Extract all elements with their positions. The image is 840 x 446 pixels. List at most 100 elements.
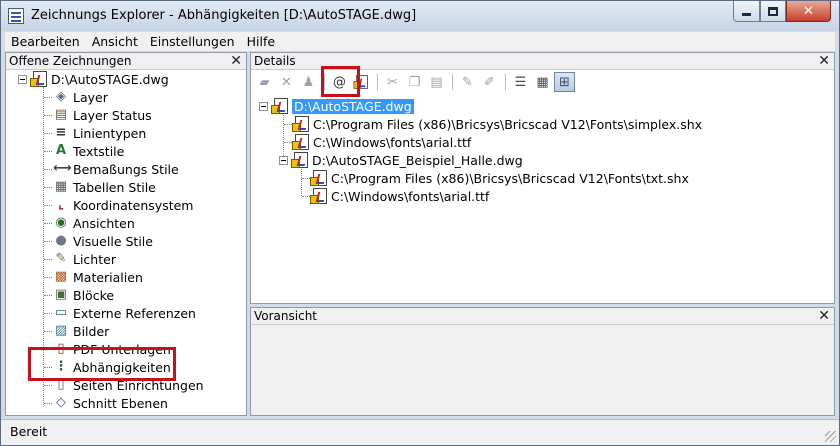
view-icon: ◉ — [55, 215, 67, 230]
sidebar-item-layer[interactable]: ◈ Layer — [53, 88, 108, 106]
dwg-file-icon — [271, 98, 288, 114]
sidebar-item-textstyle[interactable]: A Textstile — [53, 142, 124, 160]
sidebar-item-label: Materialien — [73, 269, 143, 285]
sidebar-item-label: Schnitt Ebenen — [73, 395, 168, 411]
dep-item-label: C:\Program Files (x86)\Bricsys\Bricscad … — [313, 116, 703, 132]
dep-subitem-txt[interactable]: C:\Program Files (x86)\Bricsys\Bricscad … — [310, 169, 689, 187]
tree-root-row[interactable]: D:\AutoSTAGE.dwg — [18, 70, 169, 88]
menu-hilfe[interactable]: Hilfe — [241, 34, 281, 49]
title-bar[interactable]: Zeichnungs Explorer - Abhängigkeiten [D:… — [1, 1, 839, 31]
dependency-file-icon — [292, 134, 309, 150]
sidebar-item-linetype[interactable]: ≡ Linientypen — [53, 124, 147, 142]
grid-view-icon[interactable]: ▦ — [532, 72, 553, 92]
menu-bar: Bearbeiten Ansicht Einstellungen Hilfe — [5, 32, 835, 51]
dependency-file-icon — [310, 188, 327, 204]
resize-grip-icon[interactable] — [825, 431, 836, 442]
sidebar-item-dimstyle[interactable]: ⟷ Bemaßungs Stile — [53, 160, 179, 178]
minimize-icon — [742, 13, 751, 16]
panel-title: Offene Zeichnungen — [9, 54, 132, 68]
close-details-icon[interactable]: ✕ — [818, 53, 830, 69]
dwg-file-icon — [30, 71, 47, 87]
edit-icon[interactable]: ✎ — [457, 72, 478, 92]
sidebar-item-label: Bilder — [73, 323, 110, 339]
menu-einstellungen[interactable]: Einstellungen — [144, 34, 241, 49]
sidebar-item-section-plane[interactable]: ◇ Schnitt Ebenen — [53, 394, 168, 412]
close-icon: ✕ — [803, 3, 814, 19]
new-icon[interactable]: ▰ — [254, 72, 275, 92]
close-preview-icon[interactable]: ✕ — [818, 308, 830, 324]
collapse-toggle[interactable] — [18, 74, 27, 84]
maximize-icon — [768, 6, 778, 16]
preview-panel: Voransicht ✕ — [250, 307, 835, 416]
dimstyle-icon: ⟷ — [53, 161, 72, 176]
sidebar-item-label: Visuelle Stile — [73, 233, 153, 249]
sidebar-item-block[interactable]: ▣ Blöcke — [53, 286, 114, 304]
paste-icon[interactable]: ▤ — [426, 72, 447, 92]
sidebar-item-light[interactable]: ✎ Lichter — [53, 250, 116, 268]
sidebar-item-label: Lichter — [73, 251, 116, 267]
sidebar-item-view[interactable]: ◉ Ansichten — [53, 214, 135, 232]
copy-icon[interactable]: ❐ — [404, 72, 425, 92]
sidebar-item-xref[interactable]: ▭ Externe Referenzen — [53, 304, 196, 322]
delete-icon[interactable]: ✕ — [276, 72, 297, 92]
dep-subitem-arial[interactable]: C:\Windows\fonts\arial.ttf — [310, 187, 490, 205]
dep-root-row[interactable]: D:\AutoSTAGE.dwg — [259, 97, 414, 115]
sidebar-item-label: Tabellen Stile — [73, 179, 156, 195]
menu-bearbeiten[interactable]: Bearbeiten — [5, 34, 86, 49]
status-bar: Bereit — [1, 419, 839, 445]
dep-item-simplex[interactable]: C:\Program Files (x86)\Bricsys\Bricscad … — [292, 115, 703, 133]
material-icon: ▩ — [54, 269, 68, 284]
tree-view-icon[interactable]: ⊞ — [554, 72, 575, 92]
details-panel: Details ✕ ▰ ✕ ♟ @ ✂ ❐ ▤ ✎ ✐ ☰ ▦ ⊞ D:\Aut… — [250, 52, 835, 304]
light-icon: ✎ — [55, 251, 67, 266]
dep-subitem-label: C:\Program Files (x86)\Bricsys\Bricscad … — [331, 170, 689, 186]
close-window-button[interactable]: ✕ — [786, 1, 831, 22]
menu-ansicht[interactable]: Ansicht — [86, 34, 144, 49]
collapse-toggle[interactable] — [259, 101, 268, 111]
dwg-file-icon — [291, 152, 308, 168]
tablestyle-icon: ▦ — [54, 179, 68, 194]
sidebar-item-label: Textstile — [73, 143, 125, 159]
sidebar-item-tablestyle[interactable]: ▦ Tabellen Stile — [53, 178, 156, 196]
dependency-file-icon — [310, 170, 327, 186]
linetype-icon: ≡ — [55, 125, 67, 140]
app-window: Zeichnungs Explorer - Abhängigkeiten [D:… — [0, 0, 840, 446]
visualstyle-icon: ● — [55, 233, 67, 248]
rename-icon[interactable]: ✐ — [479, 72, 500, 92]
open-drawings-panel: Offene Zeichnungen ✕ D:\AutoSTAGE.dwg ◈ L… — [5, 52, 247, 416]
sidebar-item-label: Koordinatensystem — [73, 197, 194, 213]
dep-root-label: D:\AutoSTAGE.dwg — [292, 98, 414, 114]
block-icon: ▣ — [54, 287, 68, 302]
purge-icon[interactable]: ♟ — [298, 72, 319, 92]
cut-icon[interactable]: ✂ — [382, 72, 403, 92]
window-title: Zeichnungs Explorer - Abhängigkeiten [D:… — [31, 8, 417, 23]
tree-line — [301, 169, 302, 196]
section-plane-icon: ◇ — [56, 395, 66, 410]
open-drawings-header: Offene Zeichnungen ✕ — [6, 53, 246, 70]
sidebar-item-material[interactable]: ▩ Materialien — [53, 268, 143, 286]
sidebar-item-image[interactable]: ▨ Bilder — [53, 322, 109, 340]
close-panel-icon[interactable]: ✕ — [230, 53, 242, 69]
highlight-box-toolbar — [321, 66, 360, 97]
details-title: Details — [254, 54, 296, 68]
sidebar-item-label: Bemaßungs Stile — [73, 161, 179, 177]
layer-status-icon: ▤ — [54, 107, 68, 122]
collapse-toggle[interactable] — [279, 155, 288, 165]
dep-subitem-label: C:\Windows\fonts\arial.ttf — [331, 188, 490, 204]
sidebar-item-label: Externe Referenzen — [73, 305, 196, 321]
dep-item-arial[interactable]: C:\Windows\fonts\arial.ttf — [292, 133, 472, 151]
highlight-box-dependencies — [28, 347, 176, 381]
sidebar-item-layer-status[interactable]: ▤ Layer Status — [53, 106, 152, 124]
image-icon: ▨ — [54, 323, 68, 338]
sidebar-item-visualstyle[interactable]: ● Visuelle Stile — [53, 232, 153, 250]
drawing-root-label: D:\AutoSTAGE.dwg — [51, 71, 169, 87]
maximize-button[interactable] — [760, 1, 786, 22]
sidebar-item-label: Ansichten — [73, 215, 135, 231]
textstyle-icon: A — [55, 143, 67, 158]
dep-item-label: C:\Windows\fonts\arial.ttf — [313, 134, 472, 150]
sidebar-item-ucs[interactable]: ⌞ Koordinatensystem — [53, 196, 194, 214]
dep-item-beispiel[interactable]: D:\AutoSTAGE_Beispiel_Halle.dwg — [279, 151, 523, 169]
list-view-icon[interactable]: ☰ — [510, 72, 531, 92]
dependency-file-icon — [292, 116, 309, 132]
minimize-button[interactable] — [733, 1, 760, 22]
